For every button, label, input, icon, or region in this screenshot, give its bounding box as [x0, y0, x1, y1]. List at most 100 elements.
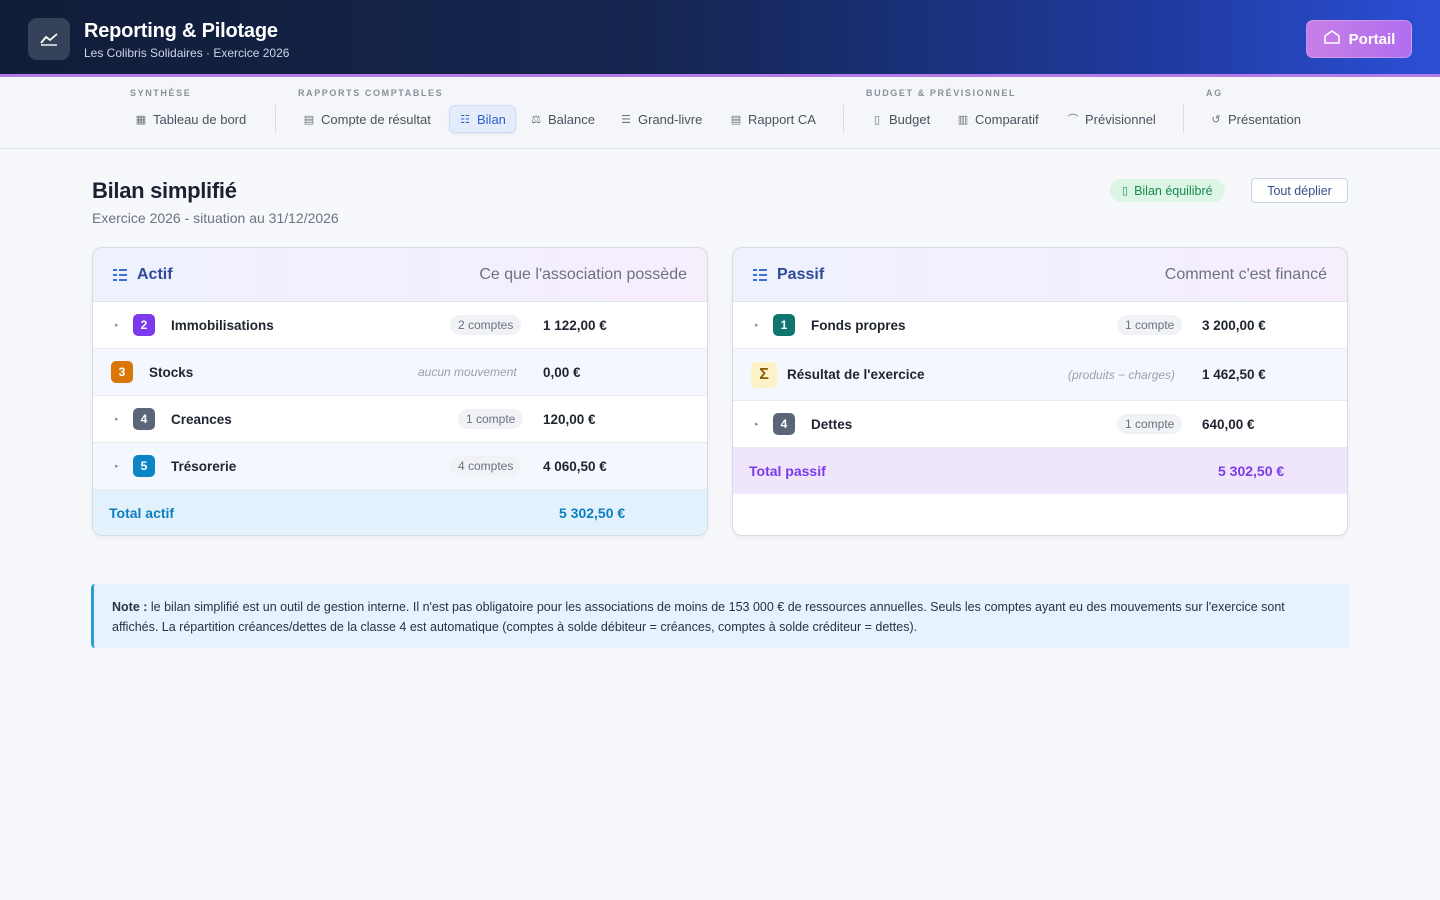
passif-card: Passif Comment c'est financé ▸ 1 Fonds p… — [732, 247, 1348, 536]
table-row: 3 Stocks aucun mouvement 0,00 € — [93, 349, 707, 396]
actif-description: Ce que l'association possède — [479, 265, 687, 283]
nav-item-label: Grand-livre — [638, 111, 703, 127]
nav-item-label: Comparatif — [975, 111, 1039, 127]
class-badge: 2 — [133, 314, 155, 336]
expand-all-button[interactable]: Tout déplier — [1251, 178, 1348, 203]
status-badge: ▯ Bilan équilibré — [1110, 179, 1225, 202]
total-amount: 5 302,50 € — [559, 505, 626, 521]
row-amount: 120,00 € — [543, 411, 596, 427]
note-lead: Note : — [112, 600, 148, 614]
portal-button[interactable]: Portail — [1306, 20, 1412, 58]
list-icon — [113, 268, 127, 281]
nav-group-budget: BUDGET & PRÉVISIONNEL — [866, 88, 1017, 98]
class-badge: 1 — [773, 314, 795, 336]
table-row[interactable]: ▸ 2 Immobilisations 2 comptes 1 122,00 € — [93, 302, 707, 349]
table-row: Σ Résultat de l'exercice (produits − cha… — [733, 349, 1347, 401]
scale-icon: ⚖ — [531, 113, 541, 126]
caret-right-icon[interactable]: ▸ — [115, 321, 119, 329]
formula-label: (produits − charges) — [1068, 367, 1176, 382]
table-row[interactable]: ▸ 4 Dettes 1 compte 640,00 € — [733, 401, 1347, 448]
actif-card: Actif Ce que l'association possède ▸ 2 I… — [92, 247, 708, 536]
row-label: Trésorerie — [171, 458, 237, 474]
list-icon — [753, 268, 767, 281]
account-count-pill: 4 comptes — [450, 456, 522, 476]
passif-description: Comment c'est financé — [1164, 265, 1327, 283]
chart-line-icon — [28, 18, 70, 60]
nav-item-bilan[interactable]: ☷ Bilan — [449, 105, 516, 133]
total-amount: 5 302,50 € — [1218, 463, 1285, 479]
row-label: Dettes — [811, 416, 853, 432]
nav-divider — [275, 105, 276, 133]
nav-item-label: Prévisionnel — [1085, 111, 1156, 127]
portal-label: Portail — [1348, 30, 1396, 48]
app-subtitle: Les Colibris Solidaires · Exercice 2026 — [84, 46, 290, 60]
nav-item-rapport-ca[interactable]: ▤ Rapport CA — [721, 105, 825, 133]
app-title: Reporting & Pilotage — [84, 20, 278, 42]
document-icon: ▤ — [303, 113, 315, 126]
total-passif-row: Total passif 5 302,50 € — [733, 448, 1347, 494]
page-title: Bilan simplifié — [92, 178, 237, 203]
passif-card-header: Passif Comment c'est financé — [733, 248, 1347, 302]
table-row[interactable]: ▸ 1 Fonds propres 1 compte 3 200,00 € — [733, 302, 1347, 349]
nav-divider — [1183, 105, 1184, 133]
info-note: Note : le bilan simplifié est un outil d… — [91, 584, 1349, 648]
nav-item-comparatif[interactable]: ▥ Comparatif — [948, 105, 1048, 133]
caret-right-icon[interactable]: ▸ — [115, 415, 119, 423]
row-amount: 1 462,50 € — [1202, 367, 1266, 382]
nav-item-grand-livre[interactable]: ☰ Grand-livre — [611, 105, 711, 133]
no-movement-label: aucun mouvement — [418, 365, 517, 379]
account-count-pill: 1 compte — [458, 409, 524, 429]
caret-right-icon[interactable]: ▸ — [755, 420, 759, 428]
actif-card-header: Actif Ce que l'association possède — [93, 248, 707, 302]
row-label: Résultat de l'exercice — [787, 367, 925, 382]
account-count-pill: 2 comptes — [450, 315, 522, 335]
report-nav: SYNTHÈSE RAPPORTS COMPTABLES BUDGET & PR… — [0, 77, 1440, 149]
actif-title: Actif — [137, 265, 173, 283]
class-badge: 4 — [133, 408, 155, 430]
status-badge-label: Bilan équilibré — [1134, 183, 1213, 198]
top-header: Reporting & Pilotage Les Colibris Solida… — [0, 0, 1440, 77]
document-icon: ▤ — [730, 113, 742, 126]
row-label: Stocks — [149, 364, 194, 380]
caret-right-icon[interactable]: ▸ — [755, 321, 759, 329]
page-subtitle: Exercice 2026 - situation au 31/12/2026 — [92, 210, 339, 226]
nav-item-label: Balance — [548, 111, 595, 127]
nav-group-synthese: SYNTHÈSE — [130, 88, 192, 98]
total-label: Total passif — [749, 463, 826, 479]
grid-icon: ▦ — [135, 113, 147, 126]
class-badge: 5 — [133, 455, 155, 477]
nav-item-tableau-de-bord[interactable]: ▦ Tableau de bord — [126, 105, 255, 133]
nav-item-label: Rapport CA — [748, 111, 816, 127]
class-badge: 4 — [773, 413, 795, 435]
nav-group-ag: AG — [1206, 88, 1223, 98]
nav-item-budget[interactable]: ▯ Budget — [862, 105, 939, 133]
nav-item-balance[interactable]: ⚖ Balance — [521, 105, 604, 133]
list-icon: ☷ — [460, 113, 470, 126]
row-amount: 3 200,00 € — [1202, 317, 1266, 333]
caret-right-icon[interactable]: ▸ — [115, 462, 119, 470]
nav-group-rapports: RAPPORTS COMPTABLES — [298, 88, 444, 98]
nav-item-compte-de-resultat[interactable]: ▤ Compte de résultat — [294, 105, 440, 133]
row-label: Creances — [171, 411, 232, 427]
nav-item-label: Présentation — [1228, 111, 1301, 127]
receipt-icon: ▯ — [1122, 185, 1129, 197]
home-icon — [1323, 29, 1341, 49]
row-amount: 640,00 € — [1202, 416, 1255, 432]
row-amount: 1 122,00 € — [543, 317, 607, 333]
lines-icon: ☰ — [621, 113, 631, 126]
account-count-pill: 1 compte — [1117, 414, 1183, 434]
sigma-icon: Σ — [751, 361, 777, 388]
nav-item-presentation[interactable]: ↺ Présentation — [1201, 105, 1310, 133]
trend-icon: ⌒ — [1067, 114, 1079, 126]
receipt-icon: ▯ — [873, 113, 881, 126]
nav-item-label: Compte de résultat — [321, 111, 431, 127]
class-badge: 3 — [111, 361, 133, 383]
table-row[interactable]: ▸ 5 Trésorerie 4 comptes 4 060,50 € — [93, 443, 707, 490]
nav-item-previsionnel[interactable]: ⌒ Prévisionnel — [1058, 105, 1165, 133]
total-actif-row: Total actif 5 302,50 € — [93, 490, 707, 535]
nav-divider — [843, 105, 844, 133]
nav-item-label: Budget — [889, 111, 931, 127]
passif-title: Passif — [777, 265, 825, 283]
row-amount: 0,00 € — [543, 364, 581, 380]
table-row[interactable]: ▸ 4 Creances 1 compte 120,00 € — [93, 396, 707, 443]
